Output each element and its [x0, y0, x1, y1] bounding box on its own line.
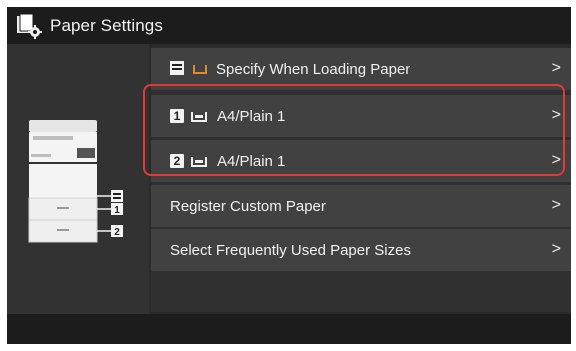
paper-settings-icon — [15, 13, 45, 39]
chevron-right-icon: > — [551, 59, 561, 77]
paper-tray-icon — [191, 109, 207, 123]
menu-item-label: A4/Plain 1 — [217, 107, 286, 125]
tray-2-item[interactable]: 2 A4/Plain 1 > — [151, 140, 571, 182]
menu-item-label: A4/Plain 1 — [217, 152, 286, 170]
select-frequently-used-paper-sizes-item[interactable]: Select Frequently Used Paper Sizes > — [151, 229, 571, 271]
menu-item-label: Register Custom Paper — [170, 197, 326, 215]
printer-panel: 1 2 — [7, 44, 149, 314]
tray-number-badge: 1 — [170, 109, 184, 123]
chevron-right-icon: > — [551, 106, 561, 124]
chevron-right-icon: > — [551, 196, 561, 214]
paper-settings-menu: Specify When Loading Paper > 1 A4/Plain … — [151, 48, 571, 312]
menu-item-label: Specify When Loading Paper — [216, 60, 411, 78]
tray-1-marker: 1 — [114, 205, 120, 216]
menu-item-label: Select Frequently Used Paper Sizes — [170, 241, 411, 259]
chevron-right-icon: > — [551, 240, 561, 258]
chevron-right-icon: > — [551, 151, 561, 169]
specify-when-loading-paper-item[interactable]: Specify When Loading Paper > — [151, 48, 571, 90]
multipurpose-tray-icon — [170, 61, 208, 77]
tray-2-marker: 2 — [114, 227, 120, 238]
register-custom-paper-item[interactable]: Register Custom Paper > — [151, 185, 571, 227]
touch-panel-screen: Paper Settings 1 2 Specify When Loading … — [7, 7, 571, 344]
title-bar: Paper Settings — [7, 7, 571, 44]
bottom-status-bar — [7, 314, 571, 344]
tray-1-item[interactable]: 1 A4/Plain 1 > — [151, 95, 571, 137]
page-title: Paper Settings — [50, 15, 163, 35]
tray-number-badge: 2 — [170, 154, 184, 168]
paper-tray-icon — [191, 154, 207, 168]
printer-diagram-icon: 1 2 — [28, 120, 123, 243]
